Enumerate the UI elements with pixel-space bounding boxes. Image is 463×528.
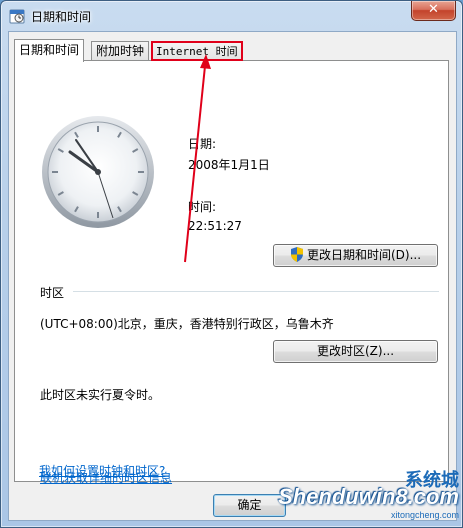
window-title: 日期和时间 [31, 10, 92, 24]
tab-highlight-annotation [151, 41, 243, 61]
watermark-url: xitongcheng.com [390, 510, 459, 520]
change-date-time-label: 更改日期和时间(D)... [306, 248, 422, 262]
change-date-time-button[interactable]: 更改日期和时间(D)... [273, 244, 438, 267]
watermark-cn: 系统城 [405, 470, 459, 490]
site-watermark: 系统城 Shenduwin8.com xitongcheng.com [278, 470, 459, 520]
ok-button[interactable]: 确定 [213, 494, 286, 517]
close-button[interactable]: ✕ [411, 1, 456, 21]
tab-panel: 日期: 2008年1月1日 时间: 22:51:27 更改日期和时间(D)...… [14, 60, 449, 485]
time-value: 22:51:27 [188, 219, 242, 233]
timezone-value: (UTC+08:00)北京，重庆，香港特别行政区，乌鲁木齐 [40, 317, 334, 331]
analog-clock [42, 116, 154, 228]
timezone-separator [73, 291, 439, 292]
how-to-set-clock-link[interactable]: 我如何设置时钟和时区? [39, 462, 165, 479]
dialog-window: 日期和时间 ✕ 日期和时间 附加时钟 Internet 时间 日期: 2008年… [0, 0, 463, 528]
tab-additional-clocks[interactable]: 附加时钟 [91, 41, 150, 61]
uac-shield-icon [290, 247, 303, 262]
dst-note: 此时区未实行夏令时。 [40, 388, 161, 402]
time-label: 时间: [188, 200, 217, 214]
title-bar[interactable]: 日期和时间 ✕ [1, 1, 462, 31]
tab-date-time[interactable]: 日期和时间 [14, 39, 85, 62]
date-value: 2008年1月1日 [188, 158, 270, 172]
change-timezone-button[interactable]: 更改时区(Z)... [273, 340, 438, 363]
dialog-client: 日期和时间 附加时钟 Internet 时间 日期: 2008年1月1日 时间:… [8, 31, 457, 521]
date-label: 日期: [188, 137, 217, 151]
clock-calendar-icon [9, 9, 25, 24]
timezone-section-label: 时区 [40, 286, 65, 300]
